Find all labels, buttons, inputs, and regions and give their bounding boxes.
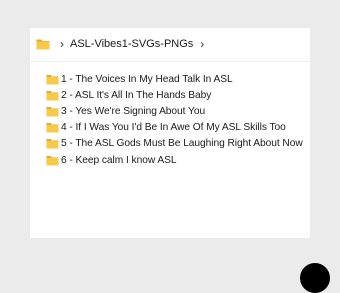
- folder-name: 2 - ASL It's All In The Hands Baby: [61, 89, 212, 101]
- folder-icon: [46, 155, 59, 166]
- address-bar[interactable]: › ASL-Vibes1-SVGs-PNGs ›: [30, 28, 310, 60]
- folder-icon: [46, 138, 59, 149]
- folder-icon: [46, 122, 59, 133]
- breadcrumb-chevron-icon[interactable]: ›: [60, 38, 64, 50]
- folder-name: 1 - The Voices In My Head Talk In ASL: [61, 73, 233, 85]
- breadcrumb-expand-chevron-icon[interactable]: ›: [200, 38, 204, 50]
- divider: [30, 61, 310, 62]
- folder-icon: [46, 106, 59, 117]
- list-item[interactable]: 3 - Yes We're Signing About You: [46, 103, 308, 119]
- folder-name: 6 - Keep calm I know ASL: [61, 154, 177, 166]
- breadcrumb-current-folder[interactable]: ASL-Vibes1-SVGs-PNGs: [70, 38, 193, 50]
- folder-name: 4 - If I Was You I'd Be In Awe Of My ASL…: [61, 122, 286, 134]
- file-list: 1 - The Voices In My Head Talk In ASL 2 …: [46, 71, 308, 168]
- folder-icon: [46, 74, 59, 85]
- list-item[interactable]: 2 - ASL It's All In The Hands Baby: [46, 87, 308, 103]
- corner-circle-decoration: [300, 263, 330, 293]
- list-item[interactable]: 4 - If I Was You I'd Be In Awe Of My ASL…: [46, 120, 308, 136]
- list-item[interactable]: 6 - Keep calm I know ASL: [46, 152, 308, 168]
- folder-name: 5 - The ASL Gods Must Be Laughing Right …: [61, 138, 303, 150]
- list-item[interactable]: 5 - The ASL Gods Must Be Laughing Right …: [46, 136, 308, 152]
- folder-name: 3 - Yes We're Signing About You: [61, 105, 206, 117]
- list-item[interactable]: 1 - The Voices In My Head Talk In ASL: [46, 71, 308, 87]
- file-explorer-window: › ASL-Vibes1-SVGs-PNGs › 1 - The Voices …: [30, 28, 310, 238]
- folder-icon: [36, 38, 50, 50]
- folder-icon: [46, 90, 59, 101]
